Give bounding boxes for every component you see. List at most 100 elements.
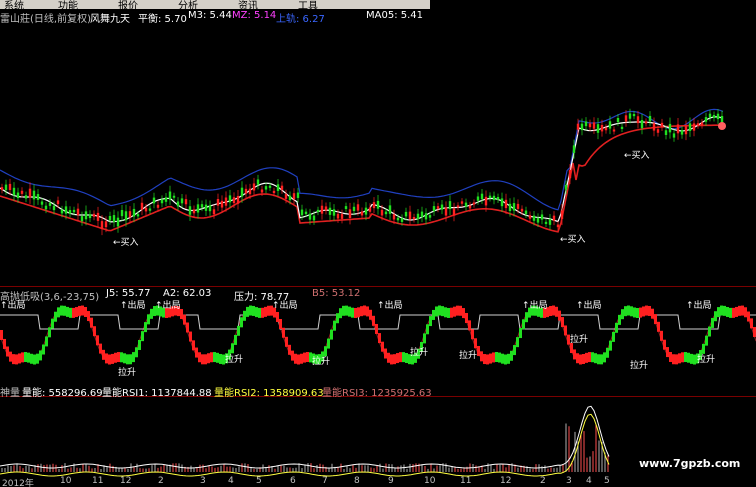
candle-body bbox=[420, 211, 424, 218]
oscillator-block bbox=[60, 305, 63, 316]
oscillator-block bbox=[645, 305, 648, 316]
oscillator-block bbox=[84, 306, 87, 317]
oscillator-block bbox=[24, 352, 27, 363]
oscillator-block bbox=[648, 305, 651, 316]
candle-body bbox=[196, 204, 200, 213]
oscillator-block bbox=[693, 354, 696, 365]
oscillator-block bbox=[108, 354, 111, 365]
candle-body bbox=[224, 197, 228, 206]
oscillator-block bbox=[690, 353, 693, 364]
oscillator-block bbox=[63, 305, 66, 316]
x-tick: 3 bbox=[566, 476, 572, 486]
oscillator-block bbox=[33, 354, 36, 365]
candle-body bbox=[8, 183, 12, 191]
oscillator-block bbox=[216, 352, 219, 363]
oscillator-block bbox=[657, 321, 660, 332]
candle-body bbox=[260, 189, 264, 193]
oscillator-block bbox=[627, 305, 630, 316]
candle-body bbox=[172, 195, 176, 198]
candle-body bbox=[188, 206, 192, 215]
candle-body bbox=[444, 207, 448, 216]
candle-body bbox=[396, 217, 400, 221]
oscillator-block bbox=[609, 340, 612, 351]
mz-line bbox=[0, 116, 724, 223]
candle-body bbox=[548, 218, 552, 225]
oscillator-block bbox=[552, 305, 555, 316]
oscillator-block bbox=[381, 341, 384, 352]
candle-body bbox=[372, 202, 376, 209]
candle-body bbox=[448, 201, 452, 210]
candle-body bbox=[704, 117, 708, 122]
oscillator-block bbox=[579, 354, 582, 365]
oscillator-block bbox=[186, 322, 189, 333]
oscillator-block bbox=[507, 353, 510, 364]
oscillator-block bbox=[306, 352, 309, 363]
oscillator-block bbox=[378, 333, 381, 344]
oscillator-block bbox=[549, 305, 552, 316]
candle-body bbox=[88, 214, 92, 219]
x-tick: 12 bbox=[500, 476, 512, 486]
oscillator-block bbox=[633, 307, 636, 318]
oscillator-block bbox=[69, 307, 72, 318]
candle-body bbox=[312, 215, 316, 221]
candle-body bbox=[468, 205, 472, 209]
oscillator-block bbox=[234, 334, 237, 345]
candle-body bbox=[320, 205, 324, 214]
candle-body bbox=[564, 184, 568, 190]
x-tick: 5 bbox=[256, 476, 262, 486]
oscillator-block bbox=[600, 354, 603, 365]
candle-body bbox=[64, 206, 68, 214]
candle-body bbox=[544, 221, 548, 225]
candle-body bbox=[184, 199, 188, 205]
oscillator-block bbox=[492, 352, 495, 363]
oscillator-block bbox=[615, 322, 618, 333]
candle-body bbox=[716, 113, 720, 120]
candle-body bbox=[24, 195, 28, 199]
candle-body bbox=[428, 215, 432, 218]
oscillator-block bbox=[342, 305, 345, 316]
oscillator-block bbox=[81, 305, 84, 316]
candle-body bbox=[568, 170, 572, 179]
oscillator-block bbox=[666, 347, 669, 358]
candle-body bbox=[516, 203, 520, 209]
oscillator-block bbox=[681, 352, 684, 363]
oscillator-block bbox=[402, 352, 405, 363]
oscillator-block bbox=[207, 353, 210, 364]
oscillator-block bbox=[18, 353, 21, 364]
candle-body bbox=[84, 211, 88, 220]
candle-body bbox=[540, 214, 544, 220]
candle-body bbox=[248, 188, 252, 195]
candle-body bbox=[120, 210, 124, 217]
current-price-marker bbox=[718, 122, 726, 130]
candle-body bbox=[76, 208, 80, 216]
candle-body bbox=[332, 209, 336, 216]
candle-body bbox=[500, 198, 504, 207]
oscillator-block bbox=[384, 348, 387, 359]
oscillator-block bbox=[333, 320, 336, 331]
candle-body bbox=[52, 205, 56, 211]
oscillator-block bbox=[735, 306, 738, 317]
oscillator-block bbox=[90, 317, 93, 328]
candle-body bbox=[48, 202, 52, 206]
candle-body bbox=[528, 215, 532, 219]
candle-body bbox=[68, 210, 72, 214]
oscillator-block bbox=[267, 305, 270, 316]
candle-body bbox=[60, 209, 64, 214]
candle-body bbox=[116, 217, 120, 227]
candle-body bbox=[164, 197, 168, 202]
x-tick: 2 bbox=[158, 476, 164, 486]
candle-body bbox=[20, 190, 24, 194]
oscillator-block bbox=[282, 327, 285, 338]
oscillator-block bbox=[393, 354, 396, 365]
oscillator-block bbox=[519, 328, 522, 339]
oscillator-block bbox=[237, 325, 240, 336]
oscillator-block bbox=[573, 349, 576, 360]
oscillator-block bbox=[297, 354, 300, 365]
oscillator-block bbox=[474, 338, 477, 349]
candle-body bbox=[604, 127, 608, 131]
candle-body bbox=[456, 205, 460, 208]
candle-body bbox=[180, 198, 184, 204]
candle-body bbox=[376, 200, 380, 209]
oscillator-block bbox=[3, 338, 6, 349]
oscillator-block bbox=[201, 354, 204, 365]
